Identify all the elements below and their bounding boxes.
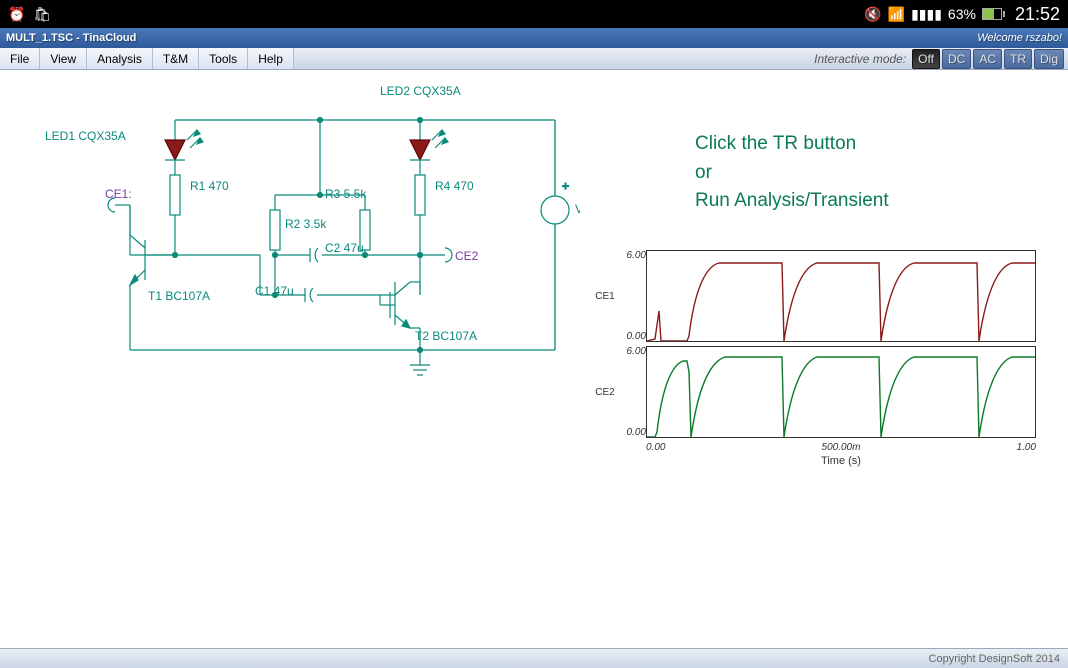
menu-file[interactable]: File: [0, 48, 40, 69]
hint-line2: or: [695, 159, 889, 188]
menu-bar: File View Analysis T&M Tools Help Intera…: [0, 48, 1068, 70]
plot2-box: [646, 346, 1036, 438]
plot1-ymin: 0.00: [627, 331, 646, 342]
bag-icon: 🛍: [33, 6, 51, 23]
xaxis-2: 1.00: [1017, 442, 1036, 453]
label-vcc: Vcc 7.2: [575, 202, 580, 216]
plot1-box: [646, 250, 1036, 342]
label-c2: C2 47u: [325, 241, 364, 255]
title-bar: MULT_1.TSC - TinaCloud Welcome rszabo!: [0, 28, 1068, 48]
label-ce2: CE2: [455, 249, 479, 263]
label-t1: T1 BC107A: [148, 289, 210, 303]
welcome-text: Welcome rszabo!: [977, 32, 1062, 44]
svg-text:+: +: [562, 179, 569, 193]
xaxis-label: Time (s): [646, 455, 1036, 467]
xaxis-0: 0.00: [646, 442, 665, 453]
clock: 21:52: [1015, 4, 1060, 25]
footer-bar: Copyright DesignSoft 2014: [0, 648, 1068, 668]
menu-tm[interactable]: T&M: [153, 48, 199, 69]
mode-off-button[interactable]: Off: [912, 49, 940, 69]
label-led1: LED1 CQX35A: [45, 129, 126, 143]
label-ce1: CE1:: [105, 187, 132, 201]
hint-text: Click the TR button or Run Analysis/Tran…: [695, 130, 889, 216]
interactive-mode-area: Interactive mode: Off DC AC TR Dig: [810, 48, 1068, 69]
schematic-canvas[interactable]: + LED1 CQX35A LED2 CQX35A R1 470 R2 3.5k…: [0, 70, 1068, 648]
label-r1: R1 470: [190, 179, 229, 193]
transient-plots: CE1 6.00 0.00 CE2 6.00 0.00: [590, 250, 1050, 467]
menu-analysis[interactable]: Analysis: [87, 48, 153, 69]
plot2-name: CE2: [590, 387, 620, 398]
mode-label: Interactive mode:: [814, 52, 906, 66]
mode-dc-button[interactable]: DC: [942, 49, 971, 69]
label-c1: C1 47u: [255, 284, 294, 298]
mute-icon: 🔇: [864, 6, 881, 23]
label-led2: LED2 CQX35A: [380, 84, 461, 98]
menu-help[interactable]: Help: [248, 48, 294, 69]
signal-icon: ▮▮▮▮: [911, 6, 942, 23]
label-t2: T2 BC107A: [415, 329, 477, 343]
battery-icon: [982, 8, 1005, 20]
copyright: Copyright DesignSoft 2014: [929, 653, 1060, 665]
alarm-icon: ⏰: [8, 6, 25, 23]
schematic-diagram: + LED1 CQX35A LED2 CQX35A R1 470 R2 3.5k…: [0, 70, 580, 490]
hint-line1: Click the TR button: [695, 130, 889, 159]
plot1-name: CE1: [590, 291, 620, 302]
plot2-ymax: 6.00: [627, 346, 646, 357]
hint-line3: Run Analysis/Transient: [695, 187, 889, 216]
android-status-bar: ⏰ 🛍 🔇 📶 ▮▮▮▮ 63% 21:52: [0, 0, 1068, 28]
plot1-ymax: 6.00: [627, 250, 646, 261]
mode-dig-button[interactable]: Dig: [1034, 49, 1064, 69]
wifi-icon: 📶: [888, 6, 905, 23]
menu-view[interactable]: View: [40, 48, 87, 69]
label-r2: R2 3.5k: [285, 217, 327, 231]
label-r4: R4 470: [435, 179, 474, 193]
battery-pct: 63%: [948, 6, 976, 22]
label-r3: R3 5.5k: [325, 187, 367, 201]
menu-tools[interactable]: Tools: [199, 48, 248, 69]
mode-ac-button[interactable]: AC: [973, 49, 1002, 69]
plot2-ymin: 0.00: [627, 427, 646, 438]
mode-tr-button[interactable]: TR: [1004, 49, 1032, 69]
document-title: MULT_1.TSC - TinaCloud: [6, 32, 136, 44]
xaxis-1: 500.00m: [822, 442, 861, 453]
